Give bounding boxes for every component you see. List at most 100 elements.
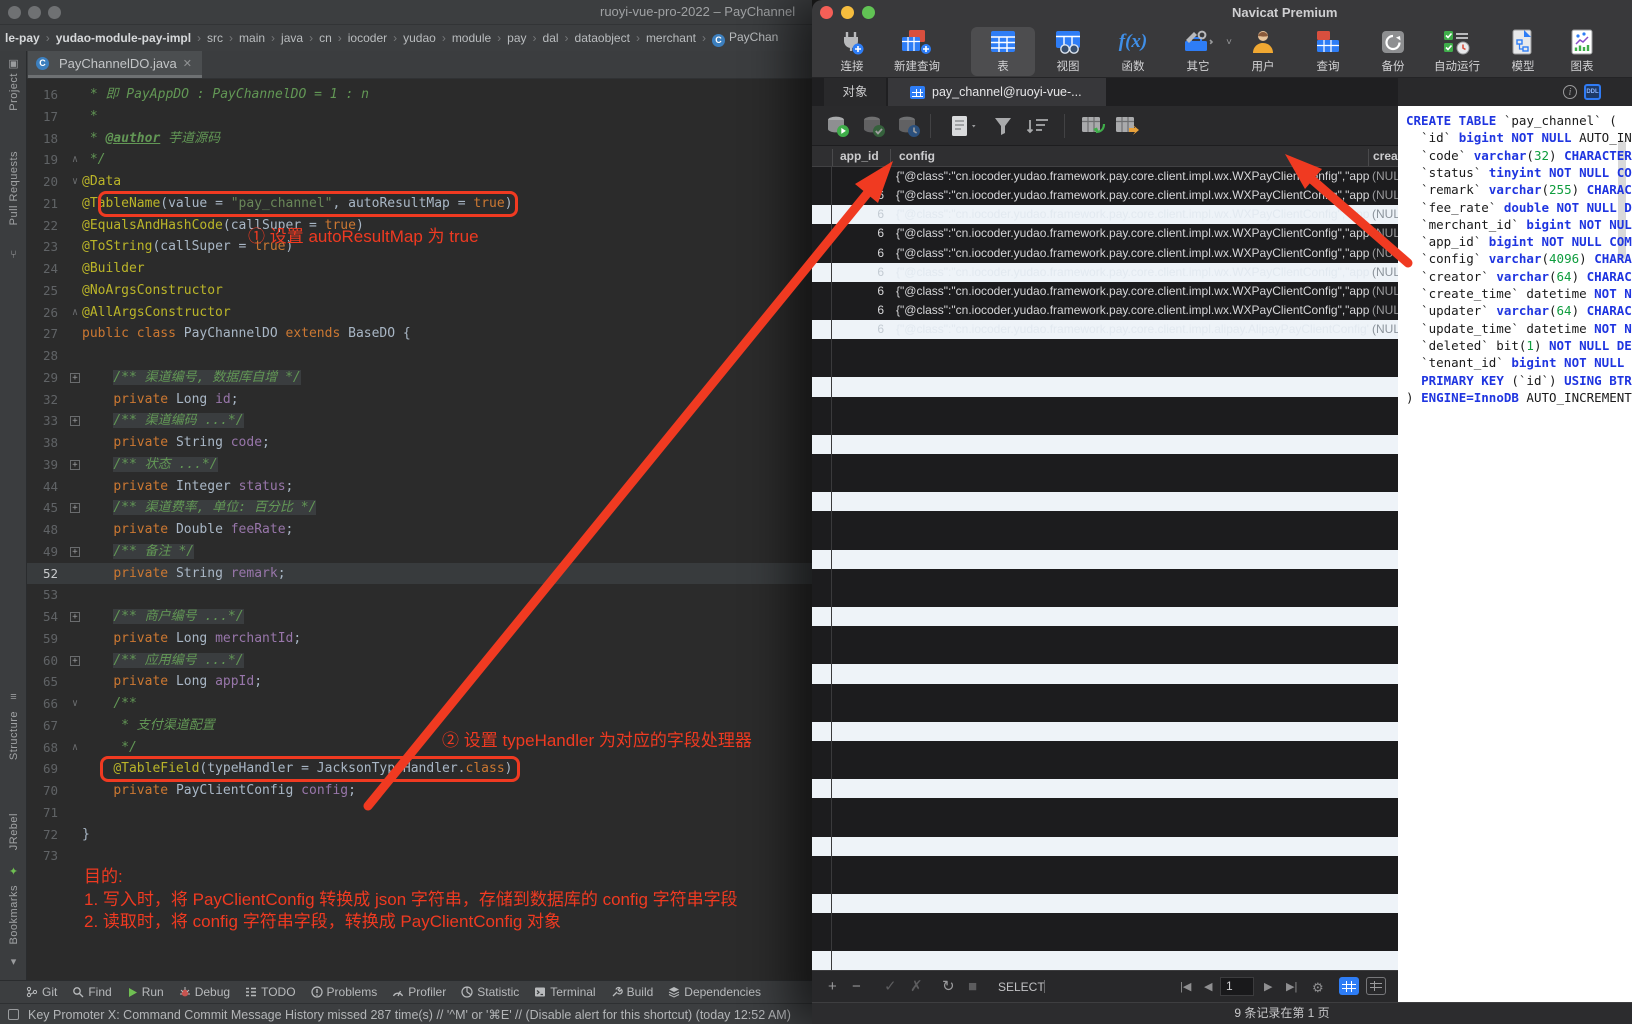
breadcrumb-item[interactable]: dal (543, 31, 559, 45)
code-line[interactable]: 32 private Long id; (27, 389, 812, 411)
toolbar-item-terminal[interactable]: Terminal (534, 985, 595, 999)
breadcrumb-item[interactable]: le-pay (5, 31, 40, 45)
breadcrumb-item[interactable]: java (281, 31, 303, 45)
code-line[interactable]: 19∧ */ (27, 149, 812, 171)
toolbar-item-git[interactable]: Git (26, 985, 57, 999)
code-line[interactable]: 71 (27, 802, 812, 824)
delete-record-icon[interactable]: − (852, 978, 861, 996)
settings-gear-icon[interactable]: ⚙ (1312, 980, 1324, 996)
toolbar-item-function[interactable]: f(x)函数 (1101, 27, 1165, 76)
cell-create-time[interactable]: (NULL) (1369, 186, 1398, 205)
toolbar-item-run[interactable]: Run (127, 985, 164, 999)
cell-app-id[interactable]: 6 (833, 205, 890, 224)
grid-view-button[interactable] (1339, 977, 1359, 995)
info-icon[interactable]: i (1563, 85, 1577, 99)
table-row[interactable]: 6{"@class":"cn.iocoder.yudao.framework.p… (812, 186, 1398, 205)
tab-objects[interactable]: 对象 (824, 78, 886, 106)
toolbar-item-query[interactable]: 查询 (1296, 27, 1360, 76)
cell-create-time[interactable]: (NULL) (1369, 205, 1398, 224)
cell-config[interactable]: {"@class":"cn.iocoder.yudao.framework.pa… (891, 167, 1369, 186)
table-row[interactable]: 6{"@class":"cn.iocoder.yudao.framework.p… (812, 301, 1398, 320)
table-row[interactable]: 6{"@class":"cn.iocoder.yudao.framework.p… (812, 205, 1398, 224)
cell-create-time[interactable]: (NULL) (1369, 320, 1398, 339)
code-line[interactable]: 65 private Long appId; (27, 671, 812, 693)
memo-icon[interactable] (948, 114, 978, 143)
ddl-toggle-icon[interactable]: DDL (1584, 84, 1601, 100)
first-page-icon[interactable]: |◀ (1180, 980, 1191, 993)
table-row[interactable]: 6{"@class":"cn.iocoder.yudao.framework.p… (812, 320, 1398, 339)
import-icon[interactable] (1080, 114, 1108, 143)
column-separator[interactable] (1368, 149, 1369, 166)
fold-marker-icon[interactable]: ∧ (69, 302, 81, 324)
folder-icon[interactable]: ▣ (0, 57, 27, 70)
toolbar-item-todo[interactable]: TODO (245, 985, 295, 999)
code-line[interactable]: 53 (27, 584, 812, 606)
cell-config[interactable]: {"@class":"cn.iocoder.yudao.framework.pa… (891, 244, 1369, 263)
code-line[interactable]: 20∨@Data (27, 171, 812, 193)
cell-config[interactable]: {"@class":"cn.iocoder.yudao.framework.pa… (891, 320, 1369, 339)
cell-config[interactable]: {"@class":"cn.iocoder.yudao.framework.pa… (891, 263, 1369, 282)
toolbar-item-debug[interactable]: Debug (179, 985, 230, 999)
zoom-icon[interactable] (48, 6, 61, 19)
toolbar-item-view[interactable]: 视图 (1036, 27, 1100, 76)
toolbar-item-model[interactable]: 模型 (1491, 27, 1555, 76)
breadcrumb-item[interactable]: main (239, 31, 265, 45)
tab-paychanneldo-java[interactable]: C PayChannelDO.java ✕ (28, 51, 202, 78)
code-line[interactable]: 66∨ /** (27, 693, 812, 715)
breadcrumb-item[interactable]: cn (319, 31, 332, 45)
code-line[interactable]: 73 (27, 845, 812, 867)
discard-icon[interactable]: ✗ (910, 978, 923, 996)
breadcrumb-item[interactable]: CPayChan (712, 30, 778, 47)
sidebar-item-jrebel[interactable]: JRebel (0, 813, 27, 853)
code-line[interactable]: 26∧@AllArgsConstructor (27, 302, 812, 324)
breadcrumb-item[interactable]: module (452, 31, 491, 45)
column-header-config[interactable]: config (899, 149, 935, 163)
rollback-icon[interactable] (897, 114, 921, 143)
fold-marker-icon[interactable]: + (69, 367, 81, 389)
cell-app-id[interactable]: 6 (833, 244, 890, 263)
fold-marker-icon[interactable]: + (69, 410, 81, 432)
tab-pay-channel[interactable]: pay_channel@ruoyi-vue-... (888, 78, 1106, 106)
jrebel-icon[interactable]: ✦ (0, 865, 27, 878)
code-line[interactable]: 28 (27, 345, 812, 367)
table-row[interactable]: 6{"@class":"cn.iocoder.yudao.framework.p… (812, 282, 1398, 301)
sidebar-item-bookmarks[interactable]: Bookmarks (0, 885, 27, 948)
cell-config[interactable]: {"@class":"cn.iocoder.yudao.framework.pa… (891, 282, 1369, 301)
code-line[interactable]: 49+ /** 备注 */ (27, 541, 812, 563)
cell-create-time[interactable]: (NULL) (1369, 301, 1398, 320)
cell-app-id[interactable]: 6 (833, 320, 890, 339)
filter-icon[interactable] (992, 114, 1014, 143)
code-line[interactable]: 17 * (27, 106, 812, 128)
toolbar-item-chart[interactable]: 图表 (1550, 27, 1614, 76)
code-line[interactable]: 45+ /** 渠道费率, 单位: 百分比 */ (27, 497, 812, 519)
code-line[interactable]: 44 private Integer status; (27, 476, 812, 498)
code-line[interactable]: 70 private PayClientConfig config; (27, 780, 812, 802)
cell-app-id[interactable]: 6 (833, 282, 890, 301)
table-row[interactable]: 6{"@class":"cn.iocoder.yudao.framework.p… (812, 224, 1398, 243)
toolbar-item-find[interactable]: Find (72, 985, 111, 999)
code-line[interactable]: 27public class PayChannelDO extends Base… (27, 323, 812, 345)
cell-app-id[interactable]: 6 (833, 186, 890, 205)
zoom-icon[interactable] (862, 6, 875, 19)
cell-config[interactable]: {"@class":"cn.iocoder.yudao.framework.pa… (891, 186, 1369, 205)
toolbar-item-automation[interactable]: 自动运行 (1425, 27, 1489, 76)
toolbar-item-profiler[interactable]: Profiler (392, 985, 446, 999)
form-view-button[interactable] (1366, 977, 1386, 995)
next-page-icon[interactable]: ▶ (1264, 980, 1272, 993)
breadcrumb-item[interactable]: merchant (646, 31, 696, 45)
fold-marker-icon[interactable]: + (69, 541, 81, 563)
column-separator[interactable] (832, 149, 833, 166)
code-line[interactable]: 52 private String remark; (27, 563, 812, 585)
cell-app-id[interactable]: 6 (833, 224, 890, 243)
cell-config[interactable]: {"@class":"cn.iocoder.yudao.framework.pa… (891, 205, 1369, 224)
breadcrumb-item[interactable]: dataobject (575, 31, 630, 45)
apply-icon[interactable]: ✓ (884, 978, 897, 996)
close-icon[interactable] (8, 6, 21, 19)
fold-marker-icon[interactable]: ∨ (69, 171, 81, 193)
fold-marker-icon[interactable]: + (69, 650, 81, 672)
pull-request-icon[interactable]: ⑂ (0, 249, 27, 261)
fold-marker-icon[interactable]: ∧ (69, 737, 81, 759)
fold-marker-icon[interactable]: ∨ (69, 693, 81, 715)
column-header-create-time[interactable]: create_time (1373, 149, 1398, 163)
code-line[interactable]: 54+ /** 商户编号 ...*/ (27, 606, 812, 628)
